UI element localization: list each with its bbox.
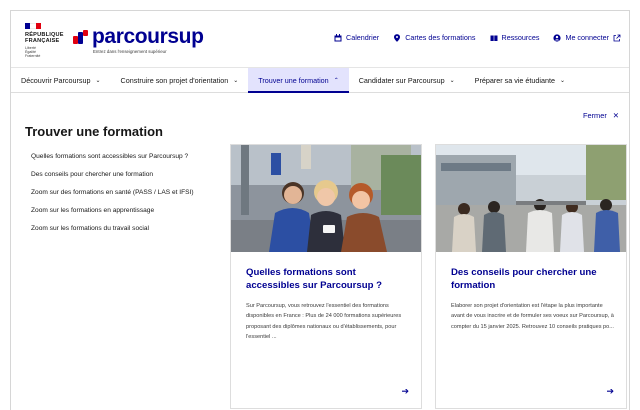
resources-link-label: Ressources — [501, 33, 540, 42]
devise: Liberté Égalité Fraternité — [25, 46, 64, 58]
parcoursup-mark-icon — [73, 30, 89, 44]
card-title: Des conseils pour chercher une formation — [451, 267, 597, 291]
map-link-label: Cartes des formations — [405, 33, 476, 42]
page-frame: RÉPUBLIQUE FRANÇAISE Liberté Égalité Fra… — [10, 10, 630, 410]
gov-line-2: FRANÇAISE — [25, 38, 60, 44]
nav-item-trouver[interactable]: Trouver une formation ⌃ — [248, 68, 350, 93]
calendar-icon — [334, 33, 342, 42]
nav-item-candidater[interactable]: Candidater sur Parcoursup ⌄ — [349, 68, 465, 92]
card-title: Quelles formations sont accessibles sur … — [246, 267, 382, 291]
calendar-link-label: Calendrier — [346, 33, 380, 42]
chevron-down-icon: ⌄ — [449, 77, 455, 84]
chevron-up-icon: ⌃ — [333, 77, 339, 84]
arrow-right-icon: ➔ — [606, 386, 614, 396]
panel-title: Trouver une formation — [25, 124, 163, 139]
nav-item-label: Découvrir Parcoursup — [21, 75, 91, 85]
panel-link-conseils[interactable]: Des conseils pour chercher une formation — [31, 169, 211, 180]
login-link-label: Me connecter — [565, 33, 609, 42]
card-description: Elaborer son projet d'orientation est l'… — [451, 303, 614, 330]
resources-link[interactable]: Ressources — [490, 33, 540, 42]
panel-link-travail-social[interactable]: Zoom sur les formations du travail socia… — [31, 223, 211, 234]
map-link[interactable]: Cartes des formations — [393, 33, 476, 42]
site-header: RÉPUBLIQUE FRANÇAISE Liberté Égalité Fra… — [11, 11, 629, 67]
logo-wordmark: parcoursup — [92, 25, 204, 48]
nav-item-preparer[interactable]: Préparer sa vie étudiante ⌄ — [465, 68, 575, 92]
flag-icon — [25, 23, 41, 29]
calendar-link[interactable]: Calendrier — [334, 33, 379, 42]
nav-item-label: Trouver une formation — [258, 75, 329, 85]
chevron-down-icon: ⌄ — [233, 77, 239, 84]
close-icon: ✕ — [612, 111, 619, 120]
nav-item-label: Construire son projet d'orientation — [120, 75, 229, 85]
logo-tagline: Entrez dans l'enseignement supérieur — [93, 49, 167, 54]
chevron-down-icon: ⌄ — [559, 77, 565, 84]
map-pin-icon — [393, 33, 401, 42]
external-link-icon — [613, 34, 621, 42]
nav-item-construire[interactable]: Construire son projet d'orientation ⌄ — [111, 68, 249, 92]
republique-francaise-logo[interactable]: RÉPUBLIQUE FRANÇAISE Liberté Égalité Fra… — [25, 23, 64, 58]
panel-link-apprentissage[interactable]: Zoom sur les formations en apprentissage — [31, 205, 211, 216]
nav-item-decouvrir[interactable]: Découvrir Parcoursup ⌄ — [11, 68, 111, 92]
devise-fraternite: Fraternité — [25, 54, 41, 58]
parcoursup-logo[interactable]: parcoursup Entrez dans l'enseignement su… — [73, 25, 204, 54]
nav-item-label: Préparer sa vie étudiante — [474, 75, 555, 85]
arrow-right-icon: ➔ — [401, 386, 409, 396]
login-link[interactable]: Me connecter — [553, 33, 621, 42]
header-quick-links: Calendrier Cartes des formations Ressour… — [334, 33, 621, 42]
panel-link-list: Quelles formations sont accessibles sur … — [31, 151, 211, 241]
main-navigation: Découvrir Parcoursup ⌄ Construire son pr… — [11, 67, 629, 93]
card-conseils[interactable]: Des conseils pour chercher une formation… — [435, 144, 627, 409]
panel-link-formations-accessibles[interactable]: Quelles formations sont accessibles sur … — [31, 151, 211, 162]
card-description: Sur Parcoursup, vous retrouvez l'essenti… — [246, 303, 402, 341]
students-looking-at-phone-photo — [231, 145, 421, 252]
card-formations-accessibles[interactable]: Quelles formations sont accessibles sur … — [230, 144, 422, 409]
students-sitting-on-campus-photo — [436, 145, 626, 252]
user-icon — [553, 33, 562, 42]
panel-link-sante[interactable]: Zoom sur des formations en santé (PASS /… — [31, 187, 211, 198]
book-icon — [490, 34, 498, 42]
close-label: Fermer — [582, 111, 607, 120]
nav-item-label: Candidater sur Parcoursup — [358, 75, 445, 85]
close-menu-button[interactable]: Fermer ✕ — [583, 111, 619, 120]
chevron-down-icon: ⌄ — [95, 77, 101, 84]
